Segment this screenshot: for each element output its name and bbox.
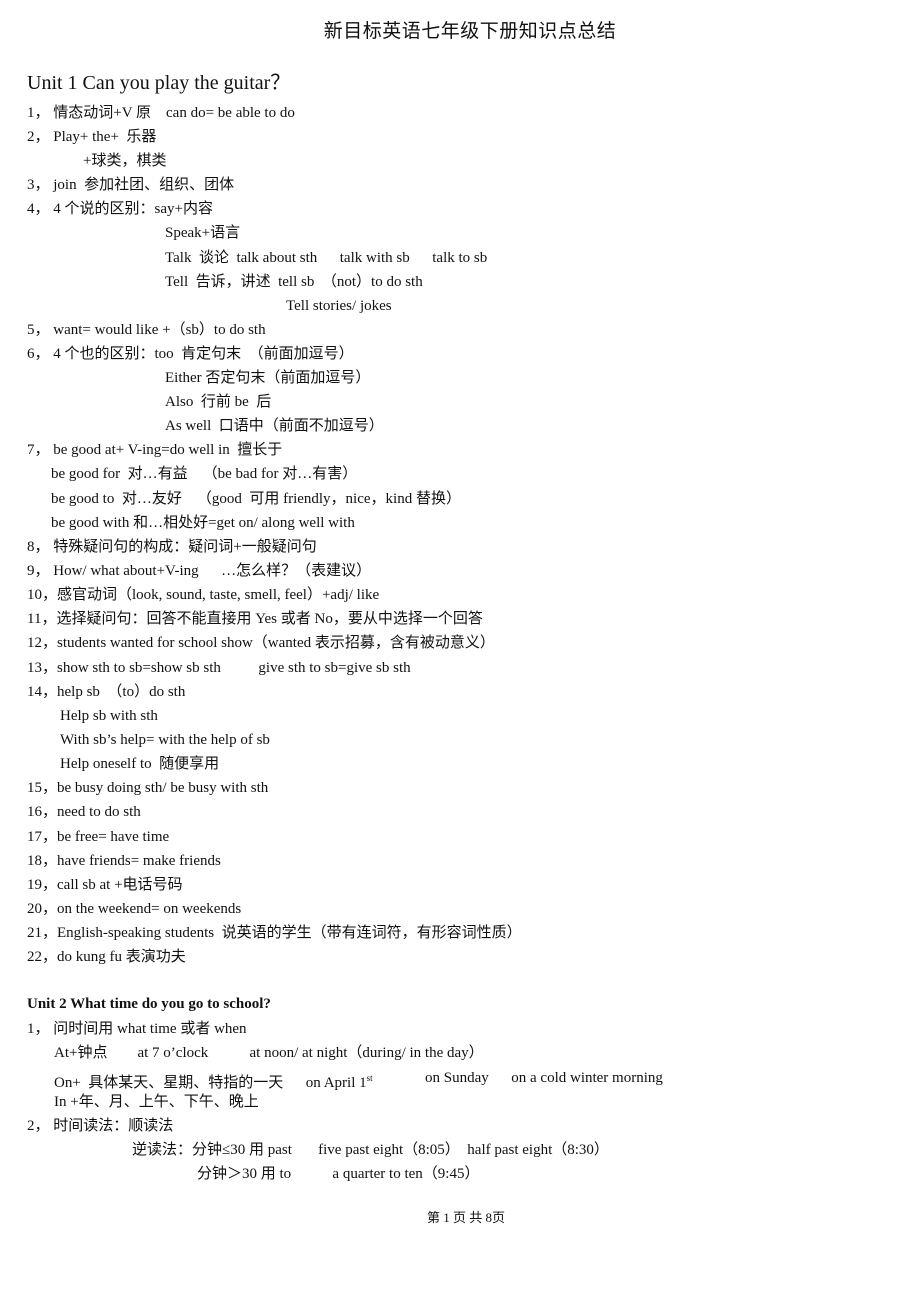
note-line: 17，be free= have time: [27, 829, 170, 845]
note-line: 16，need to do sth: [27, 804, 141, 820]
note-line: 分钟＞30 用 to a quarter to ten（9:45）: [197, 1166, 480, 1182]
note-line: Talk 谈论 talk about sth talk with sb talk…: [165, 250, 488, 266]
note-line: 5， want= would like +（sb）to do sth: [27, 322, 266, 338]
note-line: Help oneself to 随便享用: [60, 756, 220, 772]
note-line: Help sb with sth: [60, 708, 158, 724]
unit2-heading: Unit 2 What time do you go to school?: [27, 996, 271, 1012]
note-line: In +年、月、上午、下午、晚上: [54, 1094, 259, 1110]
unit1-heading: Unit 1 Can you play the guitar？: [27, 72, 291, 94]
note-line: 14，help sb （to）do sth: [27, 684, 186, 700]
note-line: 2， 时间读法：顺读法: [27, 1118, 174, 1134]
ordinal-suffix: st: [366, 1073, 373, 1083]
note-line: On+ 具体某天、星期、特指的一天 on April 1st: [54, 1069, 373, 1092]
note-line: 3， join 参加社团、组织、团体: [27, 177, 235, 193]
note-line: be good for 对…有益 （be bad for 对…有害）: [51, 466, 358, 482]
note-text: On+ 具体某天、星期、特指的一天 on April 1: [54, 1075, 367, 1091]
note-line: Speak+语言: [165, 225, 241, 241]
note-line: on Sunday on a cold winter morning: [425, 1070, 663, 1086]
note-line: 12，students wanted for school show（wante…: [27, 635, 495, 651]
note-line: 9， How/ what about+V-ing …怎么样？（表建议）: [27, 563, 372, 579]
note-line: 4， 4 个说的区别：say+内容: [27, 201, 213, 217]
note-line: 19，call sb at +电话号码: [27, 877, 183, 893]
note-line: be good with 和…相处好=get on/ along well wi…: [51, 515, 355, 531]
note-line: 2， Play+ the+ 乐器: [27, 129, 157, 145]
note-line: 21，English-speaking students 说英语的学生（带有连词…: [27, 925, 522, 941]
note-line: 逆读法：分钟≤30 用 past five past eight（8:05） h…: [132, 1142, 609, 1158]
note-line: Also 行前 be 后: [165, 394, 272, 410]
note-line: be good to 对…友好 （good 可用 friendly，nice，k…: [51, 491, 461, 507]
note-line: 1， 问时间用 what time 或者 when: [27, 1021, 247, 1037]
note-line: 7， be good at+ V-ing=do well in 擅长于: [27, 442, 283, 458]
note-line: 6， 4 个也的区别：too 肯定句末 （前面加逗号）: [27, 346, 354, 362]
note-line: 18，have friends= make friends: [27, 853, 221, 869]
note-line: +球类，棋类: [83, 153, 167, 169]
note-line: 11，选择疑问句：回答不能直接用 Yes 或者 No，要从中选择一个回答: [27, 611, 483, 627]
note-line: Tell stories/ jokes: [286, 298, 392, 314]
note-line: With sb’s help= with the help of sb: [60, 732, 270, 748]
note-line: 22，do kung fu 表演功夫: [27, 949, 186, 965]
note-line: As well 口语中（前面不加逗号）: [165, 418, 384, 434]
note-line: 10，感官动词（look, sound, taste, smell, feel）…: [27, 587, 380, 603]
page-footer: 第 1 页 共 8页: [426, 1210, 505, 1225]
note-line: Either 否定句末（前面加逗号）: [165, 370, 371, 386]
note-line: 15，be busy doing sth/ be busy with sth: [27, 780, 269, 796]
document-title: 新目标英语七年级下册知识点总结: [323, 21, 617, 42]
note-line: At+钟点 at 7 o’clock at noon/ at night（dur…: [54, 1045, 484, 1061]
note-line: 1， 情态动词+V 原 can do= be able to do: [27, 105, 295, 121]
note-line: Tell 告诉，讲述 tell sb （not）to do sth: [165, 274, 423, 290]
note-line: 20，on the weekend= on weekends: [27, 901, 242, 917]
note-line: 8， 特殊疑问句的构成：疑问词+一般疑问句: [27, 539, 317, 555]
note-line: 13，show sth to sb=show sb sth give sth t…: [27, 660, 411, 676]
